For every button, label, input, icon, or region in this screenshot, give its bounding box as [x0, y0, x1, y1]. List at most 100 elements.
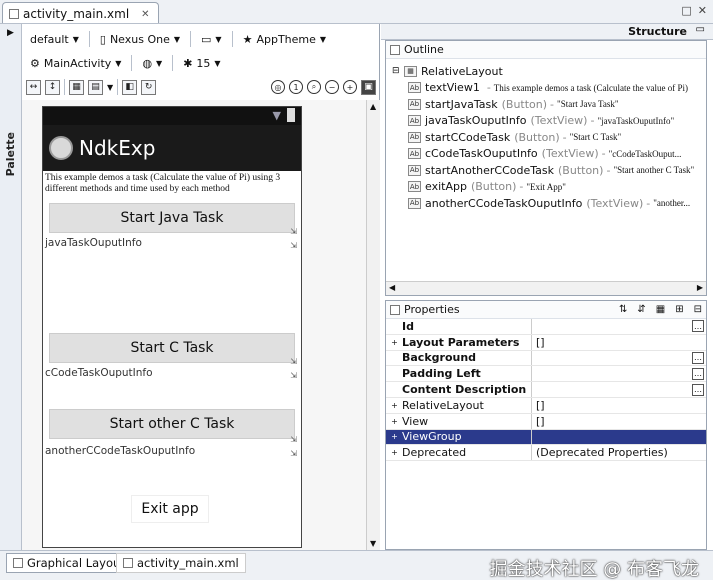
description-text[interactable]: This example demos a task (Calculate the… [45, 173, 295, 195]
resize-handle-icon[interactable]: ⇲ [290, 371, 297, 380]
scroll-right-icon[interactable]: ▶ [697, 283, 703, 292]
tree-root[interactable]: ⊟ ▦ RelativeLayout [392, 63, 706, 80]
grid-icon[interactable]: ▦ [69, 79, 84, 95]
outline-item[interactable]: Ab textView1 - This example demos a task … [392, 80, 706, 97]
property-value-cell[interactable]: [] [532, 398, 706, 413]
xml-file-icon [9, 9, 19, 19]
chevron-down-icon[interactable]: ▼ [107, 83, 113, 92]
outline-item[interactable]: Ab cCodeTaskOuputInfo (TextView) - "cCodeT… [392, 146, 706, 163]
edit-ellipsis-icon[interactable]: … [692, 367, 704, 380]
locale-dropdown[interactable]: ◍ ▼ [138, 54, 166, 72]
outline-item[interactable]: Ab anotherCCodeTaskOuputInfo (TextView) - … [392, 195, 706, 212]
expand-icon[interactable]: + [390, 401, 399, 410]
palette-panel[interactable]: ▶ Palette [0, 24, 22, 550]
property-row[interactable]: + ViewGroup [386, 429, 706, 446]
property-row[interactable]: Background… [386, 350, 706, 367]
property-row[interactable]: + Layout Parameters [] [386, 334, 706, 351]
start-c-task-button[interactable]: Start C Task [49, 333, 295, 363]
chevron-down-icon: ▼ [156, 58, 163, 68]
resize-handle-icon[interactable]: ⇲ [290, 357, 297, 366]
outline-item[interactable]: Ab exitApp (Button) - "Exit App" [392, 179, 706, 196]
orientation-dropdown[interactable]: ▭ ▼ [197, 30, 226, 48]
outline-item[interactable]: Ab startJavaTask (Button) - "Start Java Ta… [392, 96, 706, 113]
start-java-task-button[interactable]: Start Java Task [49, 203, 295, 233]
widget-node-icon: Ab [408, 115, 421, 127]
java-task-output[interactable]: javaTaskOuputInfo [45, 237, 142, 249]
window-close-icon[interactable]: ✕ [698, 4, 707, 17]
theme-dropdown[interactable]: ★ AppTheme ▼ [239, 30, 330, 48]
vertical-scrollbar[interactable]: ▲ ▼ [366, 100, 380, 550]
property-row[interactable]: + Deprecated (Deprecated Properties) [386, 445, 706, 462]
zoom-real-icon[interactable]: ⌕ [307, 80, 321, 94]
widget-node-icon: Ab [408, 164, 421, 176]
collapse-all-icon[interactable]: ⊟ [694, 304, 702, 315]
zoom-actual-icon[interactable]: 1 [289, 80, 303, 94]
api-dropdown[interactable]: ✱ 15 ▼ [179, 54, 224, 72]
close-icon[interactable]: ✕ [141, 9, 149, 20]
property-value-cell[interactable]: [] [532, 335, 706, 350]
outline-item[interactable]: Ab startCCodeTask (Button) - "Start C Task… [392, 129, 706, 146]
categories-icon[interactable]: ▦ [656, 304, 665, 315]
zoom-fit-icon[interactable]: ◎ [271, 80, 285, 94]
zoom-out-icon[interactable]: − [325, 80, 339, 94]
edit-ellipsis-icon[interactable]: … [692, 351, 704, 364]
property-row[interactable]: Id… [386, 319, 706, 335]
resize-handle-icon[interactable]: ⇲ [290, 449, 297, 458]
tab-activity-main[interactable]: activity_main.xml ✕ [2, 2, 159, 23]
property-row[interactable]: + View [] [386, 413, 706, 430]
property-value-cell[interactable] [532, 430, 706, 445]
device-dropdown[interactable]: ▯ Nexus One ▼ [96, 30, 184, 48]
c-code-task-output[interactable]: cCodeTaskOuputInfo [45, 367, 153, 379]
edit-ellipsis-icon[interactable]: … [692, 383, 704, 396]
expand-icon[interactable]: + [390, 448, 399, 457]
refresh-icon[interactable]: ↻ [141, 79, 157, 95]
collapse-arrow-icon[interactable]: ▶ [7, 28, 14, 38]
restore-icon[interactable]: □ [681, 4, 691, 17]
fit-width-icon[interactable]: ↔ [26, 79, 41, 95]
property-value-cell[interactable]: [] [532, 414, 706, 429]
resize-handle-icon[interactable]: ⇲ [290, 435, 297, 444]
scroll-up-icon[interactable]: ▲ [370, 102, 376, 111]
zoom-in-icon[interactable]: + [343, 80, 357, 94]
property-row[interactable]: Content Description… [386, 382, 706, 398]
toggle-icon[interactable]: ◧ [122, 79, 138, 95]
fit-height-icon[interactable]: ↕ [45, 79, 60, 95]
horizontal-scrollbar[interactable]: ◀ ▶ [386, 281, 706, 295]
another-c-code-task-output[interactable]: anotherCCodeTaskOuputInfo [45, 445, 195, 457]
collapse-icon[interactable]: ⊟ [392, 66, 404, 76]
property-value-cell[interactable]: … [532, 382, 706, 397]
property-value-cell[interactable]: … [532, 366, 706, 381]
tab-graphical-layout[interactable]: Graphical Layout [6, 553, 132, 573]
edit-ellipsis-icon[interactable]: … [692, 320, 704, 333]
layout-icon[interactable]: ▤ [88, 79, 103, 95]
expand-icon[interactable]: + [390, 417, 399, 426]
exit-app-button[interactable]: Exit app [131, 495, 209, 523]
expand-all-icon[interactable]: ⊞ [675, 304, 683, 315]
start-other-c-task-button[interactable]: Start other C Task [49, 409, 295, 439]
resize-handle-icon[interactable]: ⇲ [290, 241, 297, 250]
sort-icon[interactable]: ⇅ [619, 304, 627, 315]
expand-icon[interactable]: + [390, 432, 399, 441]
outline-item[interactable]: Ab javaTaskOuputInfo (TextView) - "javaTas… [392, 113, 706, 130]
expand-icon[interactable]: + [390, 338, 399, 347]
config-dropdown[interactable]: default ▼ [26, 30, 83, 48]
chevron-down-icon: ▼ [173, 34, 181, 44]
property-value-cell[interactable]: (Deprecated Properties) [532, 445, 706, 460]
widget-node-icon: Ab [408, 98, 421, 110]
filter-icon[interactable]: ⇵ [637, 304, 645, 315]
minimize-icon[interactable]: ▭ [696, 24, 705, 35]
scroll-down-icon[interactable]: ▼ [370, 539, 376, 548]
chevron-down-icon: ▼ [214, 58, 221, 68]
property-row[interactable]: + RelativeLayout [] [386, 397, 706, 414]
property-value-cell[interactable]: … [532, 351, 706, 366]
scroll-left-icon[interactable]: ◀ [389, 283, 395, 292]
outline-item-id: startCCodeTask [425, 130, 511, 144]
screenshot-icon[interactable]: ▣ [361, 79, 376, 95]
property-row[interactable]: Padding Left… [386, 366, 706, 383]
resize-handle-icon[interactable]: ⇲ [290, 227, 297, 236]
tab-xml-source[interactable]: activity_main.xml [116, 553, 246, 573]
property-value-cell[interactable]: … [532, 319, 706, 334]
outline-item[interactable]: Ab startAnotherCCodeTask (Button) - "Start… [392, 162, 706, 179]
activity-dropdown[interactable]: ⚙ MainActivity ▼ [26, 54, 125, 72]
widget-node-icon: Ab [408, 197, 421, 209]
